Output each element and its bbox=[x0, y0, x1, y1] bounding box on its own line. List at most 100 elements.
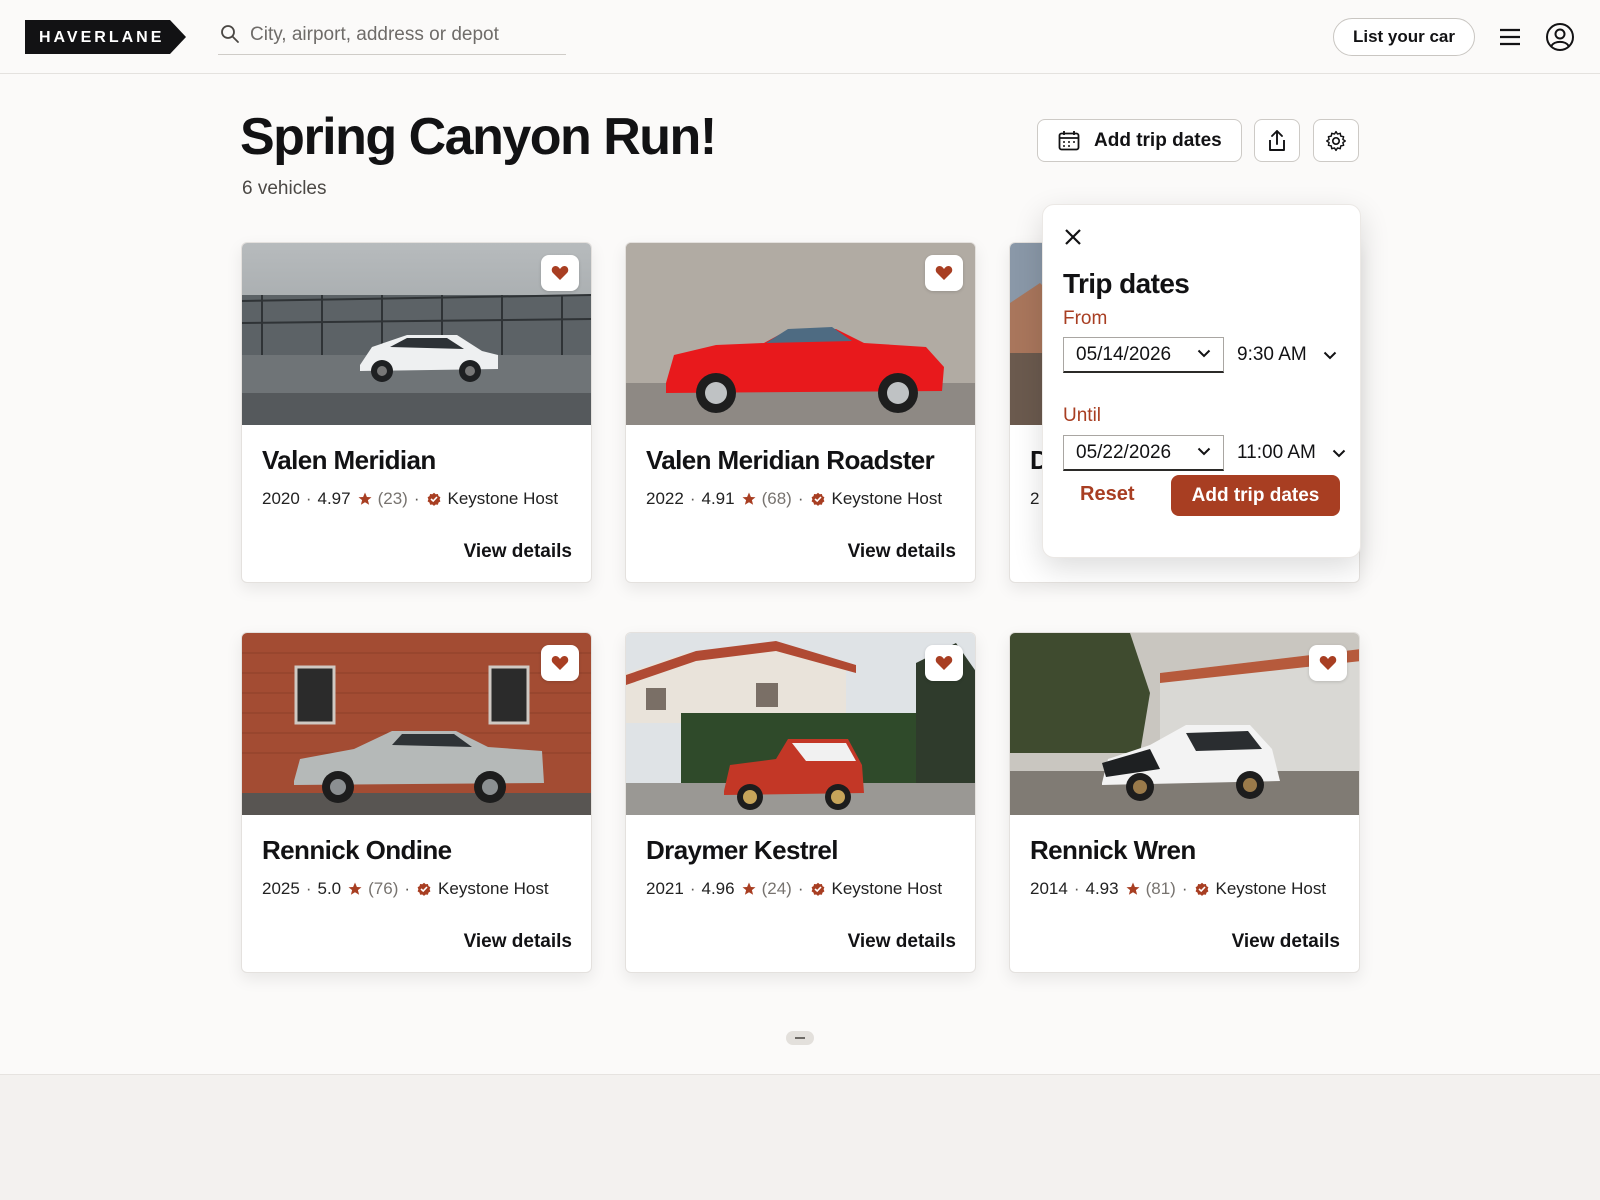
star-icon bbox=[348, 882, 362, 895]
gear-icon bbox=[1326, 130, 1346, 151]
view-details-link[interactable]: View details bbox=[464, 931, 572, 953]
vehicle-meta: 2021 · 4.96 (24) · Keystone Host bbox=[646, 879, 943, 898]
popover-title: Trip dates bbox=[1063, 268, 1190, 299]
verified-host-icon bbox=[811, 492, 824, 506]
page: HAVERLANE List your car Spring Canyon Ru… bbox=[0, 0, 1600, 1075]
until-date-value: 05/22/2026 bbox=[1076, 441, 1172, 463]
vehicle-year: 2 bbox=[1030, 489, 1040, 508]
review-count: (81) bbox=[1145, 879, 1176, 898]
share-button[interactable] bbox=[1254, 119, 1300, 162]
verified-host-icon bbox=[811, 882, 824, 896]
share-icon bbox=[1269, 129, 1285, 151]
calendar-icon bbox=[1058, 130, 1080, 150]
vehicle-year: 2014 bbox=[1030, 879, 1068, 898]
vehicle-name[interactable]: Draymer Kestrel bbox=[646, 835, 839, 866]
view-details-link[interactable]: View details bbox=[848, 931, 956, 953]
host-badge: Keystone Host bbox=[1215, 879, 1327, 898]
vehicle-rating: 4.91 bbox=[701, 489, 735, 508]
chevron-down-icon bbox=[1197, 447, 1211, 456]
vehicle-year: 2020 bbox=[262, 489, 300, 508]
heart-icon bbox=[551, 266, 569, 280]
account-icon[interactable] bbox=[1545, 22, 1575, 52]
review-count: (24) bbox=[761, 879, 792, 898]
vehicle-name[interactable]: Valen Meridian bbox=[262, 445, 436, 476]
star-icon bbox=[742, 492, 756, 505]
vehicle-meta: 2014 · 4.93 (81) · Keystone Host bbox=[1030, 879, 1327, 898]
list-your-car-button[interactable]: List your car bbox=[1333, 18, 1475, 56]
host-badge: Keystone Host bbox=[831, 879, 943, 898]
top-bar: HAVERLANE List your car bbox=[0, 0, 1600, 74]
from-date-value: 05/14/2026 bbox=[1076, 343, 1172, 365]
vehicle-meta: 2 bbox=[1030, 489, 1039, 509]
hamburger-menu-icon[interactable] bbox=[1498, 26, 1522, 48]
close-icon[interactable] bbox=[1063, 227, 1083, 247]
from-date-select[interactable]: 05/14/2026 bbox=[1063, 337, 1224, 373]
heart-icon bbox=[935, 266, 953, 280]
from-time-value: 9:30 AM bbox=[1237, 344, 1307, 365]
trip-dates-popover: Trip dates From 05/14/2026 9:30 AM Until… bbox=[1042, 204, 1361, 558]
pagination-indicator[interactable] bbox=[786, 1031, 814, 1045]
star-icon bbox=[358, 492, 372, 505]
until-label: Until bbox=[1063, 405, 1102, 426]
vehicle-rating: 4.93 bbox=[1085, 879, 1119, 898]
review-count: (23) bbox=[377, 489, 408, 508]
vehicle-rating: 5.0 bbox=[317, 879, 342, 898]
vehicle-name[interactable]: Rennick Wren bbox=[1030, 835, 1196, 866]
vehicle-name[interactable]: Rennick Ondine bbox=[262, 835, 452, 866]
chevron-down-icon bbox=[1332, 449, 1346, 457]
search-box[interactable] bbox=[218, 18, 566, 55]
vehicle-meta: 2025 · 5.0 (76) · Keystone Host bbox=[262, 879, 549, 898]
logo-text: HAVERLANE bbox=[39, 29, 165, 46]
heart-icon bbox=[1319, 656, 1337, 670]
star-icon bbox=[742, 882, 756, 895]
from-time-select[interactable]: 9:30 AM bbox=[1237, 337, 1337, 373]
vehicle-year: 2022 bbox=[646, 489, 684, 508]
verified-host-icon bbox=[427, 492, 440, 506]
vehicle-photo bbox=[242, 633, 591, 815]
star-icon bbox=[1126, 882, 1140, 895]
vehicle-count: 6 vehicles bbox=[242, 178, 327, 199]
until-time-value: 11:00 AM bbox=[1237, 442, 1316, 463]
favorite-button[interactable] bbox=[541, 255, 579, 291]
review-count: (68) bbox=[761, 489, 792, 508]
settings-button[interactable] bbox=[1313, 119, 1359, 162]
view-details-link[interactable]: View details bbox=[1232, 931, 1340, 953]
chevron-down-icon bbox=[1323, 351, 1336, 359]
until-time-select[interactable]: 11:00 AM bbox=[1237, 435, 1346, 471]
add-trip-dates-label: Add trip dates bbox=[1094, 129, 1222, 151]
reset-button[interactable]: Reset bbox=[1080, 483, 1134, 506]
vehicle-rating: 4.96 bbox=[701, 879, 735, 898]
submit-trip-dates-button[interactable]: Add trip dates bbox=[1171, 475, 1340, 516]
from-label: From bbox=[1063, 308, 1108, 329]
vehicle-card[interactable]: Rennick Wren 2014 · 4.93 (81) · Keystone H… bbox=[1009, 632, 1360, 973]
search-input[interactable] bbox=[250, 20, 560, 50]
favorite-button[interactable] bbox=[541, 645, 579, 681]
vehicle-year: 2021 bbox=[646, 879, 684, 898]
heart-icon bbox=[935, 656, 953, 670]
host-badge: Keystone Host bbox=[438, 879, 549, 898]
search-icon bbox=[221, 25, 239, 43]
host-badge: Keystone Host bbox=[831, 489, 943, 508]
vehicle-photo bbox=[1010, 633, 1359, 815]
heart-icon bbox=[551, 656, 569, 670]
vehicle-meta: 2022 · 4.91 (68) · Keystone Host bbox=[646, 489, 943, 508]
view-details-link[interactable]: View details bbox=[464, 541, 572, 563]
add-trip-dates-button[interactable]: Add trip dates bbox=[1037, 119, 1242, 162]
vehicle-card[interactable]: Draymer Kestrel 2021 · 4.96 (24) · Keyston… bbox=[625, 632, 976, 973]
vehicle-card[interactable]: Valen Meridian Roadster 2022 · 4.91 (68) ·… bbox=[625, 242, 976, 583]
vehicle-photo bbox=[626, 633, 975, 815]
brand-logo[interactable]: HAVERLANE bbox=[25, 20, 186, 54]
vehicle-name[interactable]: Valen Meridian Roadster bbox=[646, 445, 935, 476]
favorite-button[interactable] bbox=[1309, 645, 1347, 681]
favorite-button[interactable] bbox=[925, 645, 963, 681]
verified-host-icon bbox=[417, 882, 431, 896]
page-title: Spring Canyon Run! bbox=[240, 108, 717, 166]
vehicle-card[interactable]: Rennick Ondine 2025 · 5.0 (76) · Keystone … bbox=[241, 632, 592, 973]
verified-host-icon bbox=[1195, 882, 1208, 896]
until-date-select[interactable]: 05/22/2026 bbox=[1063, 435, 1224, 471]
vehicle-year: 2025 bbox=[262, 879, 300, 898]
vehicle-photo bbox=[242, 243, 591, 425]
favorite-button[interactable] bbox=[925, 255, 963, 291]
vehicle-card[interactable]: Valen Meridian 2020 · 4.97 (23) · Keystone… bbox=[241, 242, 592, 583]
view-details-link[interactable]: View details bbox=[848, 541, 956, 563]
